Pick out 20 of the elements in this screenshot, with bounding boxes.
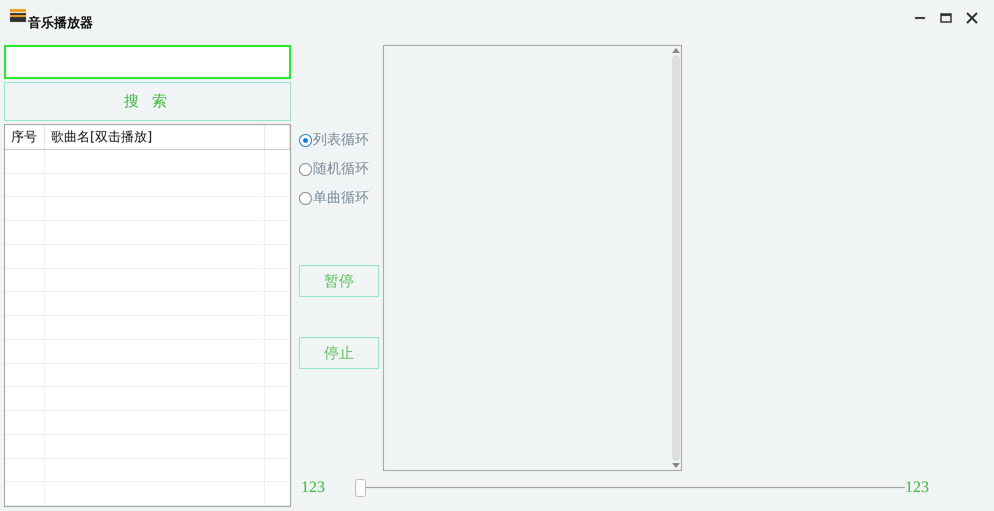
column-header[interactable]: 歌曲名[双击播放] <box>45 125 265 149</box>
play-mode-radio[interactable]: 列表循环 <box>299 131 383 149</box>
window-title: 音乐播放器 <box>28 14 93 32</box>
play-mode-radio[interactable]: 单曲循环 <box>299 189 383 207</box>
clapperboard-icon <box>10 8 26 22</box>
stop-button[interactable]: 停止 <box>299 337 379 369</box>
close-icon[interactable] <box>966 12 978 24</box>
scroll-up-icon[interactable] <box>672 48 680 53</box>
end-time: 123 <box>905 479 929 497</box>
progress-slider[interactable] <box>355 479 905 497</box>
slider-thumb[interactable] <box>355 479 366 497</box>
scroll-down-icon[interactable] <box>672 463 680 468</box>
column-header[interactable]: 序号 <box>5 125 45 149</box>
maximize-icon[interactable] <box>940 12 952 24</box>
search-button[interactable]: 搜 索 <box>4 82 291 121</box>
search-field[interactable] <box>4 45 291 79</box>
pause-button[interactable]: 暂停 <box>299 265 379 297</box>
start-time: 123 <box>301 479 325 497</box>
play-mode-radio[interactable]: 随机循环 <box>299 160 383 178</box>
scrollbar[interactable] <box>670 46 681 470</box>
